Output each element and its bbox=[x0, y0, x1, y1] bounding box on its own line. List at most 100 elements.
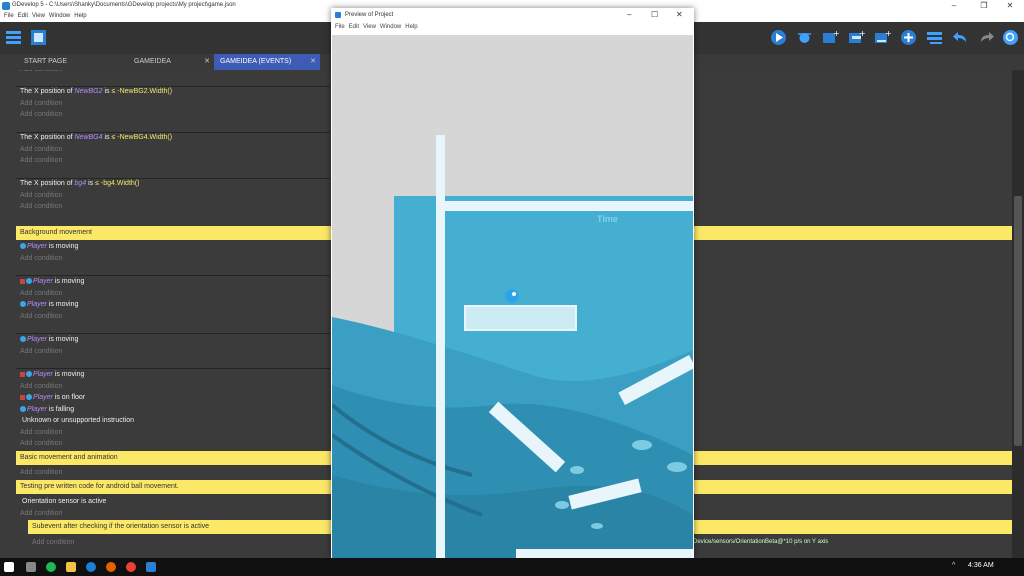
condition-x-position-newbg2[interactable]: The X position of NewBG2 is ≤ -NewBG2.Wi… bbox=[20, 88, 334, 100]
add-condition-link[interactable]: Add condition bbox=[20, 383, 62, 390]
add-comment-icon[interactable] bbox=[900, 29, 917, 46]
preview-close-button[interactable]: ✕ bbox=[676, 10, 683, 19]
edge-icon[interactable] bbox=[86, 562, 96, 572]
add-condition-link[interactable]: Add condition bbox=[20, 111, 62, 118]
add-condition-link[interactable]: Add condition bbox=[20, 510, 62, 517]
firefox-icon[interactable] bbox=[106, 562, 116, 572]
tab-gameidea-events[interactable]: GAMEIDEA (EVENTS) ✕ bbox=[214, 54, 320, 70]
condition-text: Orientation sensor is active bbox=[22, 498, 107, 505]
condition-text: is moving bbox=[48, 336, 79, 343]
object-name: NewBG2 bbox=[74, 88, 103, 95]
condition-text: is moving bbox=[48, 243, 79, 250]
condition-text: is bbox=[104, 88, 110, 95]
tab-label: GAMEIDEA bbox=[134, 58, 171, 65]
close-tab-icon[interactable]: ✕ bbox=[310, 54, 316, 70]
comment-text: Subevent after checking if the orientati… bbox=[32, 523, 210, 530]
file-explorer-icon[interactable] bbox=[66, 562, 76, 572]
redo-icon[interactable] bbox=[978, 29, 995, 46]
player-icon bbox=[20, 406, 26, 413]
add-condition-link[interactable]: Add condition bbox=[20, 348, 62, 355]
expression: ≤ -NewBG4.Width() bbox=[111, 134, 173, 141]
object-name: bg4 bbox=[74, 180, 87, 187]
add-condition-link[interactable]: Add condition bbox=[20, 313, 62, 320]
menu-file[interactable]: File bbox=[4, 13, 14, 19]
menu-view[interactable]: View bbox=[32, 13, 45, 19]
add-other-icon[interactable]: + bbox=[874, 29, 891, 46]
add-condition-link[interactable]: Add condition bbox=[20, 290, 62, 297]
add-subevent-icon[interactable]: + bbox=[848, 29, 865, 46]
condition-unknown[interactable]: Unknown or unsupported instruction bbox=[22, 417, 336, 429]
chrome-icon[interactable] bbox=[126, 562, 136, 572]
preview-minimize-button[interactable]: – bbox=[627, 10, 631, 19]
add-condition-link[interactable]: Add condition bbox=[20, 70, 62, 73]
project-manager-icon[interactable] bbox=[5, 29, 22, 46]
ice-floor bbox=[516, 549, 693, 558]
maximize-button[interactable]: ❐ bbox=[970, 0, 998, 12]
preview-menu-view[interactable]: View bbox=[363, 24, 376, 30]
condition-player-is-moving-2[interactable]: Player is moving bbox=[20, 301, 334, 313]
invert-icon bbox=[20, 394, 25, 400]
task-view-icon[interactable] bbox=[26, 562, 36, 572]
condition-player-not-moving[interactable]: Player is moving bbox=[20, 278, 334, 290]
scene-icon[interactable] bbox=[30, 29, 47, 46]
condition-player-not-on-floor[interactable]: Player is on floor bbox=[20, 394, 334, 406]
preview-maximize-button[interactable]: ☐ bbox=[651, 10, 658, 19]
condition-player-is-moving-3[interactable]: Player is moving bbox=[20, 336, 334, 348]
condition-text: is falling bbox=[48, 406, 75, 413]
player-icon bbox=[26, 394, 32, 401]
spotify-icon[interactable] bbox=[46, 562, 56, 572]
gdevelop-logo-icon bbox=[2, 2, 10, 10]
add-condition-link[interactable]: Add condition bbox=[20, 146, 62, 153]
condition-player-is-moving[interactable]: Player is moving bbox=[20, 243, 334, 255]
condition-player-not-moving-2[interactable]: Player is moving bbox=[20, 371, 334, 383]
menu-help[interactable]: Help bbox=[74, 13, 86, 19]
condition-x-position-bg4[interactable]: The X position of bg4 is ≤ -bg4.Width() bbox=[20, 180, 334, 192]
add-group-icon[interactable] bbox=[926, 29, 943, 46]
add-condition-link[interactable]: Add condition bbox=[20, 255, 62, 262]
divider bbox=[16, 178, 330, 179]
menu-window[interactable]: Window bbox=[49, 13, 70, 19]
game-canvas[interactable]: Time bbox=[332, 35, 693, 558]
condition-orientation-active[interactable]: Orientation sensor is active bbox=[22, 498, 336, 510]
divider bbox=[16, 275, 330, 276]
add-condition-link[interactable]: Add condition bbox=[20, 469, 62, 476]
undo-icon[interactable] bbox=[952, 29, 969, 46]
preview-menu-file[interactable]: File bbox=[335, 24, 345, 30]
minimize-button[interactable]: – bbox=[940, 0, 968, 12]
preview-play-icon[interactable] bbox=[770, 29, 787, 46]
player-ball bbox=[505, 289, 519, 303]
start-icon[interactable] bbox=[4, 562, 14, 572]
tab-start-page[interactable]: START PAGE bbox=[18, 54, 128, 70]
tray-caret-icon[interactable]: ^ bbox=[952, 562, 955, 569]
close-tab-icon[interactable]: ✕ bbox=[204, 54, 210, 70]
close-button[interactable]: ✕ bbox=[996, 0, 1024, 12]
ice-ceiling bbox=[436, 201, 693, 211]
search-icon[interactable] bbox=[1002, 29, 1019, 46]
preview-menu-window[interactable]: Window bbox=[380, 24, 401, 30]
clock[interactable]: 4:36 AM bbox=[968, 562, 994, 569]
preview-menu-edit[interactable]: Edit bbox=[349, 24, 359, 30]
add-condition-link[interactable]: Add condition bbox=[20, 100, 62, 107]
debug-icon[interactable] bbox=[796, 29, 813, 46]
action-text[interactable]: Device/sensors/OrientationBeta@*10 p/s o… bbox=[693, 539, 1013, 549]
preview-title-bar: Preview of Project – ☐ ✕ bbox=[331, 8, 694, 24]
preview-title: Preview of Project bbox=[345, 12, 394, 18]
scrollbar-thumb[interactable] bbox=[1014, 196, 1022, 446]
condition-text: The X position of bbox=[20, 134, 73, 141]
add-condition-link[interactable]: Add condition bbox=[20, 203, 62, 210]
add-condition-link[interactable]: Add condition bbox=[20, 192, 62, 199]
fish-icon bbox=[591, 523, 603, 529]
preview-menu-help[interactable]: Help bbox=[405, 24, 417, 30]
add-condition-link[interactable]: Add condition bbox=[32, 539, 74, 546]
add-event-icon[interactable]: + bbox=[822, 29, 839, 46]
add-condition-link[interactable]: Add condition bbox=[20, 440, 62, 447]
object-name: Player bbox=[33, 371, 53, 378]
condition-text: Unknown or unsupported instruction bbox=[22, 417, 135, 424]
gdevelop-taskbar-icon[interactable] bbox=[146, 562, 156, 572]
add-condition-link[interactable]: Add condition bbox=[20, 157, 62, 164]
condition-x-position-newbg4[interactable]: The X position of NewBG4 is ≤ -NewBG4.Wi… bbox=[20, 134, 334, 146]
invert-icon bbox=[20, 371, 25, 377]
menu-edit[interactable]: Edit bbox=[18, 13, 28, 19]
tab-gameidea[interactable]: GAMEIDEA ✕ bbox=[128, 54, 214, 70]
add-condition-link[interactable]: Add condition bbox=[20, 429, 62, 436]
